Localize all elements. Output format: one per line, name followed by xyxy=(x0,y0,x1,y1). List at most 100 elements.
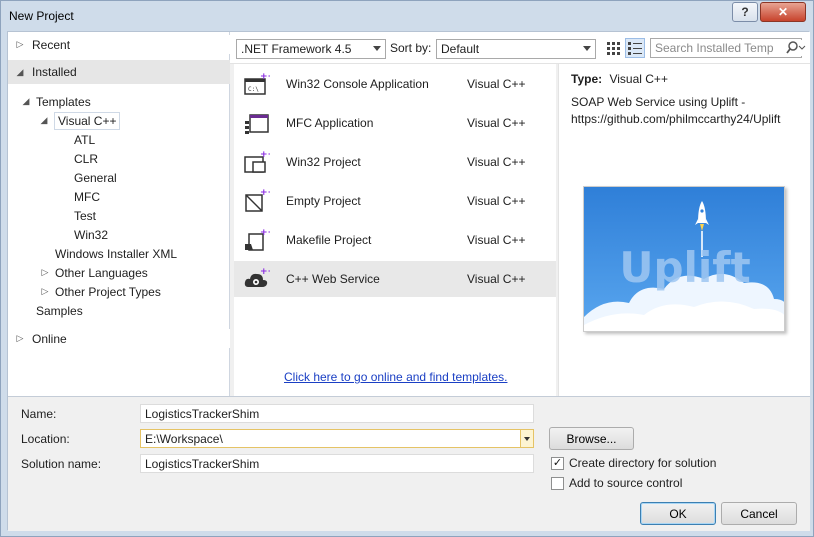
template-language: Visual C++ xyxy=(467,155,526,169)
nav-templates-label: Templates xyxy=(36,94,91,109)
nav-samples[interactable]: Samples xyxy=(8,301,230,320)
makefile-project-icon: ++ xyxy=(245,228,270,251)
nav-online-label: Online xyxy=(32,331,67,346)
solution-name-value: LogisticsTrackerShim xyxy=(145,457,260,471)
win32-project-icon: ++ xyxy=(244,150,270,173)
type-line: Type: Visual C++ xyxy=(571,72,668,86)
nav-visual-cpp[interactable]: ◢ Visual C++ xyxy=(8,111,230,130)
name-value: LogisticsTrackerShim xyxy=(145,407,260,421)
search-installed-templates-input[interactable]: Search Installed Temp xyxy=(650,38,802,58)
template-list: C:\ ++ Win32 Console Application Visual … xyxy=(234,64,556,396)
source-control-checkbox[interactable] xyxy=(551,477,564,490)
template-name: Win32 Project xyxy=(286,155,361,169)
nav-recent-label: Recent xyxy=(32,37,71,52)
template-language: Visual C++ xyxy=(467,194,526,208)
template-details: Type: Visual C++ SOAP Web Service using … xyxy=(558,64,810,396)
dialog-content: ▷ Recent ◢ Installed ◢ Templates ◢ Visua… xyxy=(7,31,810,531)
location-input[interactable]: E:\Workspace\ xyxy=(140,429,534,448)
new-project-dialog: New Project ? ✕ ▷ Recent ◢ Installed ◢ T… xyxy=(0,0,814,537)
template-name: Win32 Console Application xyxy=(286,77,429,91)
expand-arrow-icon[interactable]: ▷ xyxy=(14,39,26,50)
nav-samples-label: Samples xyxy=(36,303,83,318)
template-row[interactable]: ++ Makefile Project Visual C++ xyxy=(234,222,556,258)
nav-installed[interactable]: ◢ Installed xyxy=(8,60,230,84)
expand-arrow-icon[interactable]: ▷ xyxy=(14,333,26,344)
framework-dropdown[interactable]: .NET Framework 4.5 xyxy=(236,39,386,59)
sort-dropdown[interactable]: Default xyxy=(436,39,596,59)
browse-button[interactable]: Browse... xyxy=(549,427,634,450)
nav-other-languages[interactable]: ▷ Other Languages xyxy=(8,263,230,282)
svg-text:++: ++ xyxy=(260,267,270,277)
template-name: C++ Web Service xyxy=(286,272,380,286)
nav-templates[interactable]: ◢ Templates xyxy=(8,92,230,111)
nav-clr[interactable]: CLR xyxy=(8,149,230,168)
close-button[interactable]: ✕ xyxy=(760,2,806,22)
list-icon xyxy=(628,41,642,55)
window-title: New Project xyxy=(9,9,74,23)
template-name: Empty Project xyxy=(286,194,361,208)
list-view-button[interactable] xyxy=(625,38,645,58)
framework-value: .NET Framework 4.5 xyxy=(241,42,352,56)
nav-windows-installer-xml[interactable]: Windows Installer XML xyxy=(8,244,230,263)
template-language: Visual C++ xyxy=(467,233,526,247)
web-service-icon: ++ xyxy=(244,267,270,287)
cancel-button[interactable]: Cancel xyxy=(721,502,797,525)
template-language: Visual C++ xyxy=(467,116,526,130)
expand-arrow-icon[interactable]: ▷ xyxy=(39,286,51,297)
project-form: Name: LogisticsTrackerShim Location: E:\… xyxy=(8,396,810,531)
nav-online[interactable]: ▷ Online xyxy=(8,329,230,348)
template-row[interactable]: ++ Win32 Project Visual C++ xyxy=(234,144,556,180)
console-app-icon: C:\ ++ xyxy=(244,72,270,95)
nav-mfc-label: MFC xyxy=(74,189,100,204)
chevron-down-icon xyxy=(583,46,591,51)
template-preview-image: Uplift xyxy=(583,186,785,332)
nav-wix-label: Windows Installer XML xyxy=(55,246,178,261)
search-button[interactable] xyxy=(786,40,806,56)
nav-recent[interactable]: ▷ Recent xyxy=(8,35,230,54)
nav-other-languages-label: Other Languages xyxy=(55,265,148,280)
source-control-label: Add to source control xyxy=(569,476,683,490)
nav-test[interactable]: Test xyxy=(8,206,230,225)
empty-project-icon: ++ xyxy=(245,189,270,212)
find-templates-online-link[interactable]: Click here to go online and find templat… xyxy=(284,370,507,384)
title-bar: New Project ? ✕ xyxy=(1,1,813,31)
collapse-arrow-icon[interactable]: ◢ xyxy=(38,115,50,126)
template-row-selected[interactable]: ++ C++ Web Service Visual C++ xyxy=(234,261,556,297)
nav-other-project-types[interactable]: ▷ Other Project Types xyxy=(8,282,230,301)
svg-text:++: ++ xyxy=(260,150,270,160)
template-tree: ▷ Recent ◢ Installed ◢ Templates ◢ Visua… xyxy=(8,32,230,396)
nav-atl[interactable]: ATL xyxy=(8,130,230,149)
template-language: Visual C++ xyxy=(467,77,526,91)
nav-mfc[interactable]: MFC xyxy=(8,187,230,206)
collapse-arrow-icon[interactable]: ◢ xyxy=(20,96,32,107)
search-placeholder: Search Installed Temp xyxy=(655,41,774,55)
template-name: Makefile Project xyxy=(286,233,372,247)
location-label: Location: xyxy=(21,432,70,446)
type-label: Type: xyxy=(571,72,603,86)
template-name: MFC Application xyxy=(286,116,374,130)
location-dropdown-button[interactable] xyxy=(520,430,533,447)
nav-general[interactable]: General xyxy=(8,168,230,187)
nav-installed-label: Installed xyxy=(32,65,77,79)
chevron-down-icon xyxy=(373,46,381,51)
svg-text:++: ++ xyxy=(260,72,270,82)
collapse-arrow-icon[interactable]: ◢ xyxy=(14,67,26,78)
expand-arrow-icon[interactable]: ▷ xyxy=(39,267,51,278)
name-input[interactable]: LogisticsTrackerShim xyxy=(140,404,534,423)
solution-name-input[interactable]: LogisticsTrackerShim xyxy=(140,454,534,473)
nav-clr-label: CLR xyxy=(74,151,99,166)
mfc-app-icon xyxy=(245,114,269,134)
template-row[interactable]: ++ Empty Project Visual C++ xyxy=(234,183,556,219)
nav-win32-label: Win32 xyxy=(74,227,109,242)
small-icons-view-button[interactable] xyxy=(603,38,623,58)
template-toolbar: .NET Framework 4.5 Sort by: Default Sear… xyxy=(230,32,810,64)
nav-other-project-types-label: Other Project Types xyxy=(55,284,161,299)
nav-visual-cpp-label: Visual C++ xyxy=(54,111,121,130)
template-row[interactable]: MFC Application Visual C++ xyxy=(234,105,556,141)
create-directory-checkbox[interactable]: ✓ xyxy=(551,457,564,470)
template-row[interactable]: C:\ ++ Win32 Console Application Visual … xyxy=(234,66,556,102)
help-button[interactable]: ? xyxy=(732,2,758,22)
ok-button[interactable]: OK xyxy=(640,502,716,525)
svg-text:C:\: C:\ xyxy=(248,86,259,93)
nav-win32[interactable]: Win32 xyxy=(8,225,230,244)
